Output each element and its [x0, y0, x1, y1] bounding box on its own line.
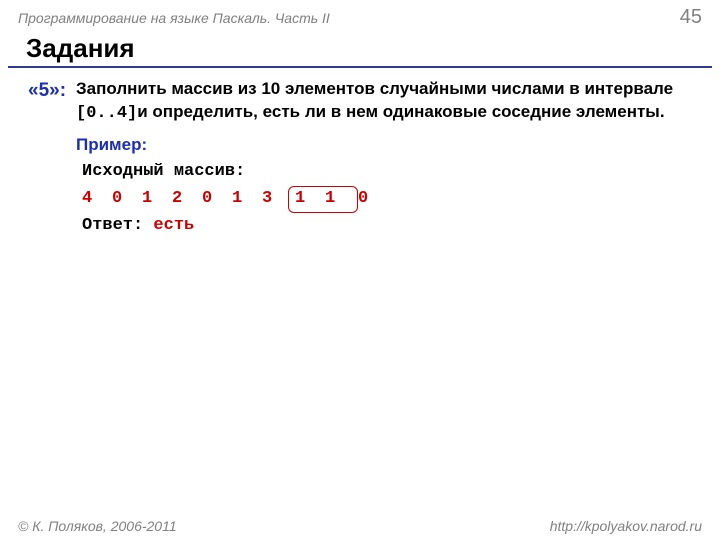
- task-text-part1: Заполнить массив из 10 элементов случайн…: [76, 79, 673, 98]
- example-label: Пример:: [76, 134, 692, 157]
- array-element: 1: [142, 188, 172, 211]
- array-element: 1: [325, 188, 355, 211]
- array-label: Исходный массив:: [82, 161, 692, 184]
- task-text-part2: и определить, есть ли в нем одинаковые с…: [137, 102, 664, 121]
- array-element: 0: [358, 188, 388, 211]
- footer-url: http://kpolyakov.narod.ru: [550, 518, 702, 534]
- task-block: «5»: Заполнить массив из 10 элементов сл…: [28, 78, 692, 126]
- array-row: 4012013110: [82, 186, 692, 213]
- task-interval: [0..4]: [76, 104, 137, 123]
- task-text: Заполнить массив из 10 элементов случайн…: [76, 78, 692, 126]
- highlight-box: 11: [288, 186, 358, 213]
- answer-value: есть: [153, 216, 194, 235]
- slide-header: Программирование на языке Паскаль. Часть…: [0, 0, 720, 29]
- content-area: «5»: Заполнить массив из 10 элементов сл…: [0, 78, 720, 238]
- grade-label: «5»:: [28, 78, 66, 104]
- array-element: 0: [112, 188, 142, 211]
- footer-copyright: © К. Поляков, 2006-2011: [18, 518, 177, 534]
- slide-title: Задания: [8, 29, 712, 68]
- answer-line: Ответ: есть: [82, 215, 692, 238]
- answer-label: Ответ:: [82, 216, 153, 235]
- example-block: Пример: Исходный массив: 4012013110 Отве…: [76, 134, 692, 238]
- slide-footer: © К. Поляков, 2006-2011 http://kpolyakov…: [0, 518, 720, 534]
- page-number: 45: [680, 6, 702, 29]
- array-element: 4: [82, 188, 112, 211]
- array-element: 1: [232, 188, 262, 211]
- course-title: Программирование на языке Паскаль. Часть…: [18, 10, 330, 26]
- array-element: 0: [202, 188, 232, 211]
- array-element: 1: [295, 188, 325, 211]
- array-element: 2: [172, 188, 202, 211]
